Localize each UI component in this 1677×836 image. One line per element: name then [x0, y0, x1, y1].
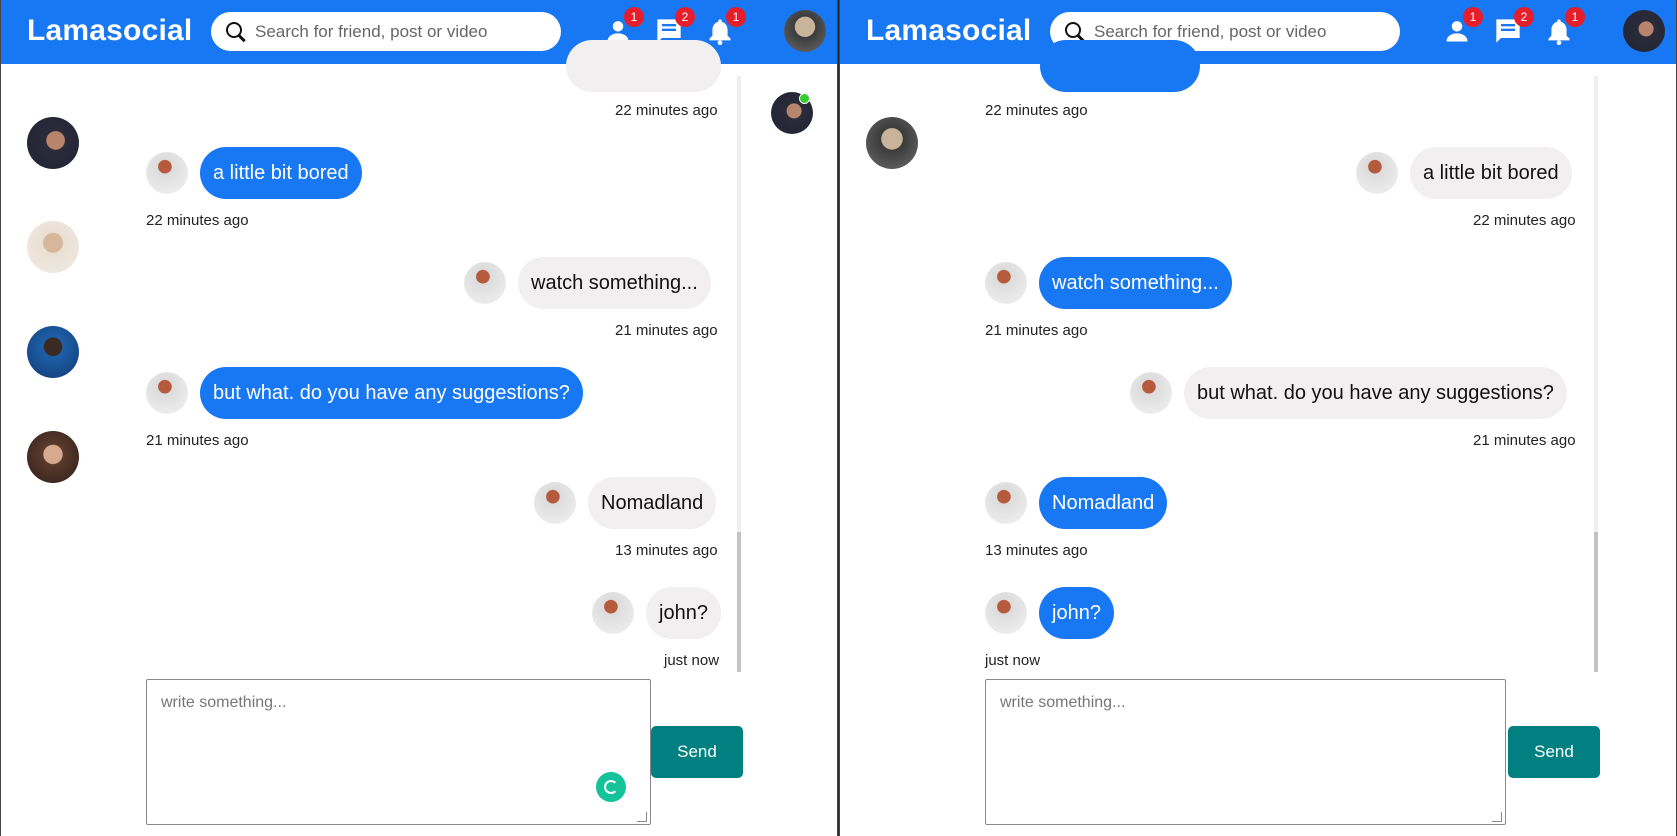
message-row: watch something...: [464, 257, 711, 309]
message-row: Nomadland: [985, 477, 1168, 529]
message-bubble: Nomadland: [1039, 477, 1168, 529]
message-bubble: watch something...: [1039, 257, 1232, 309]
message-time: 21 minutes ago: [615, 322, 718, 339]
sender-avatar: [592, 592, 634, 634]
message-input[interactable]: [985, 679, 1506, 825]
sender-avatar: [146, 372, 188, 414]
messages-badge: 2: [675, 7, 695, 27]
message-row: but what. do you have any suggestions?: [146, 367, 583, 419]
notifications-button[interactable]: 1: [706, 7, 746, 45]
profile-avatar[interactable]: [1623, 10, 1665, 52]
search-input[interactable]: [1094, 21, 1374, 42]
message-time: just now: [664, 652, 720, 669]
conversation-avatar[interactable]: [27, 431, 79, 483]
sender-avatar: [146, 152, 188, 194]
conversation-avatar[interactable]: [27, 326, 79, 378]
friend-requests-button[interactable]: 1: [1443, 7, 1483, 45]
sender-avatar: [985, 482, 1027, 524]
message-row: a little bit bored: [1356, 147, 1572, 199]
grammarly-icon[interactable]: [596, 772, 626, 802]
search-input[interactable]: [255, 21, 535, 42]
message-time: 22 minutes ago: [615, 102, 718, 119]
message-bubble: [566, 40, 721, 92]
message-time: just now: [985, 652, 1041, 669]
sender-avatar: [464, 262, 506, 304]
messages-badge: 2: [1514, 7, 1534, 27]
conversation-avatar[interactable]: [27, 117, 79, 169]
message-row: Nomadland: [534, 477, 717, 529]
message-bubble: [1040, 40, 1200, 92]
messenger-pane-left: Lamasocial 1 2 1: [0, 0, 838, 836]
message-time: 21 minutes ago: [985, 322, 1088, 339]
friend-requests-badge: 1: [1463, 7, 1483, 27]
send-button[interactable]: Send: [1508, 726, 1600, 778]
message-row: watch something...: [985, 257, 1232, 309]
message-bubble: watch something...: [518, 257, 711, 309]
message-bubble: a little bit bored: [200, 147, 362, 199]
message-time: 13 minutes ago: [985, 542, 1088, 559]
sender-avatar: [1356, 152, 1398, 194]
message-bubble: Nomadland: [588, 477, 717, 529]
sender-avatar: [1130, 372, 1172, 414]
notifications-button[interactable]: 1: [1545, 7, 1585, 45]
message-bubble: john?: [646, 587, 721, 639]
conversation-avatar[interactable]: [866, 117, 918, 169]
send-button[interactable]: Send: [651, 726, 743, 778]
resize-handle[interactable]: [637, 812, 647, 822]
search-icon: [225, 21, 247, 43]
conversation-avatar[interactable]: [27, 221, 79, 273]
message-time: 22 minutes ago: [1473, 212, 1576, 229]
messenger-pane-right: Lamasocial 1 2 1 22 minutes ago: [839, 0, 1677, 836]
notifications-badge: 1: [726, 7, 746, 27]
message-bubble: but what. do you have any suggestions?: [1184, 367, 1567, 419]
sender-avatar: [985, 592, 1027, 634]
logo[interactable]: Lamasocial: [27, 14, 192, 48]
scrollbar-thumb[interactable]: [1594, 532, 1598, 672]
message-time: 13 minutes ago: [615, 542, 718, 559]
friend-requests-badge: 1: [624, 7, 644, 27]
message-time: 21 minutes ago: [1473, 432, 1576, 449]
message-bubble: a little bit bored: [1410, 147, 1572, 199]
messages-button[interactable]: 2: [1494, 7, 1534, 45]
message-bubble: john?: [1039, 587, 1114, 639]
message-input[interactable]: [146, 679, 651, 825]
message-row: but what. do you have any suggestions?: [1130, 367, 1567, 419]
sender-avatar: [985, 262, 1027, 304]
logo[interactable]: Lamasocial: [866, 14, 1031, 48]
message-row: john?: [592, 587, 721, 639]
message-time: 22 minutes ago: [985, 102, 1088, 119]
sender-avatar: [534, 482, 576, 524]
online-indicator: [799, 93, 810, 104]
message-time: 21 minutes ago: [146, 432, 249, 449]
profile-avatar[interactable]: [784, 10, 826, 52]
message-bubble: but what. do you have any suggestions?: [200, 367, 583, 419]
message-time: 22 minutes ago: [146, 212, 249, 229]
topbar: Lamasocial 1 2 1: [840, 0, 1676, 64]
notifications-badge: 1: [1565, 7, 1585, 27]
message-row: john?: [985, 587, 1114, 639]
message-row: a little bit bored: [146, 147, 362, 199]
scrollbar-thumb[interactable]: [737, 532, 741, 672]
resize-handle[interactable]: [1492, 812, 1502, 822]
search-bar[interactable]: [211, 12, 561, 51]
